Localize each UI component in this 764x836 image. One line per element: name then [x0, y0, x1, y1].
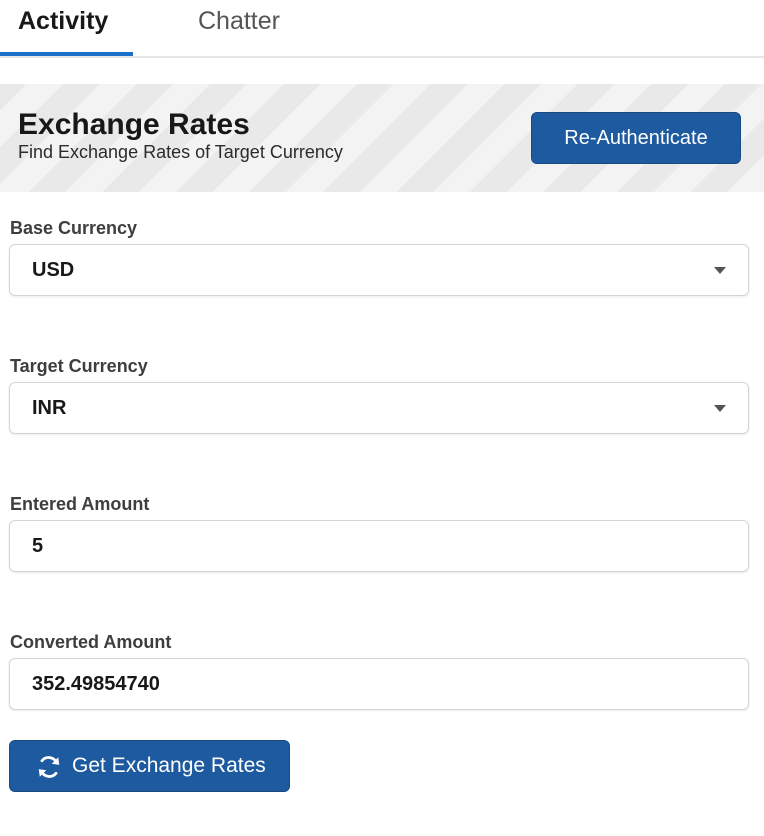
tab-chatter[interactable]: Chatter	[198, 6, 280, 36]
active-tab-indicator	[0, 52, 133, 56]
tab-bar: Activity Chatter	[0, 0, 764, 58]
card-header: Exchange Rates Find Exchange Rates of Ta…	[0, 84, 764, 192]
base-currency-select[interactable]: USD	[9, 244, 749, 296]
target-currency-label: Target Currency	[10, 356, 148, 376]
re-authenticate-button[interactable]: Re-Authenticate	[531, 112, 741, 164]
entered-amount-label: Entered Amount	[10, 494, 150, 514]
target-currency-value: INR	[32, 397, 67, 419]
chevron-down-icon	[714, 405, 726, 412]
refresh-icon	[38, 756, 60, 778]
tab-activity[interactable]: Activity	[18, 6, 108, 36]
converted-amount-label: Converted Amount	[10, 632, 172, 652]
entered-amount-input[interactable]: 5	[9, 520, 749, 572]
card-title: Exchange Rates	[18, 108, 250, 141]
converted-amount-field[interactable]: 352.49854740	[9, 658, 749, 710]
get-exchange-rates-button[interactable]: Get Exchange Rates	[9, 740, 290, 792]
chevron-down-icon	[714, 267, 726, 274]
exchange-rates-panel: Activity Chatter Exchange Rates Find Exc…	[0, 0, 764, 836]
get-exchange-rates-label: Get Exchange Rates	[72, 754, 266, 777]
target-currency-select[interactable]: INR	[9, 382, 749, 434]
entered-amount-value: 5	[32, 535, 44, 557]
base-currency-value: USD	[32, 259, 75, 281]
base-currency-label: Base Currency	[10, 218, 138, 238]
converted-amount-value: 352.49854740	[32, 673, 160, 695]
card-subtitle: Find Exchange Rates of Target Currency	[18, 142, 343, 162]
